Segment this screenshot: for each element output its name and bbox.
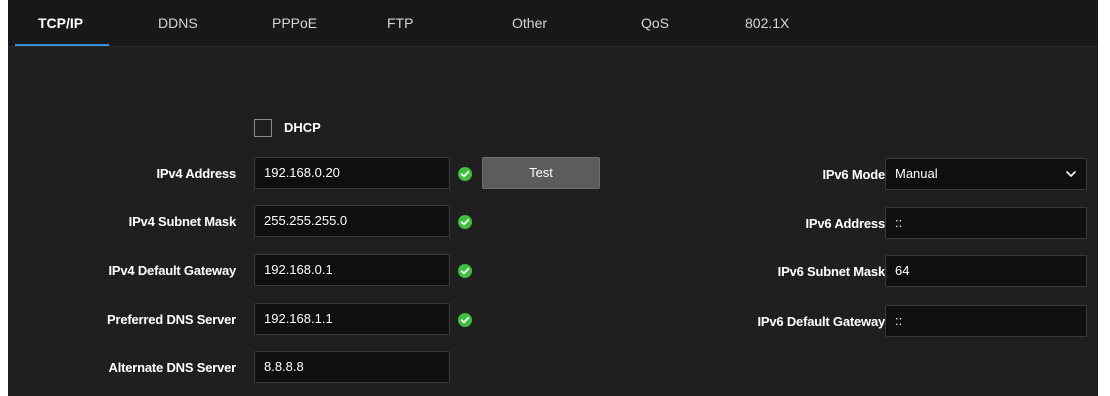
tab-ftp[interactable]: FTP <box>387 0 413 47</box>
alternate-dns-label: Alternate DNS Server <box>108 360 237 375</box>
tab-ddns[interactable]: DDNS <box>158 0 198 47</box>
ipv6-mode-select[interactable]: Manual <box>885 158 1087 190</box>
check-circle-icon <box>458 313 472 327</box>
preferred-dns-input[interactable]: 192.168.1.1 <box>254 303 450 335</box>
ipv4-default-gateway-input[interactable]: 192.168.0.1 <box>254 254 450 286</box>
active-tab-indicator <box>15 44 109 46</box>
network-settings-panel: TCP/IP DDNS PPPoE FTP Other QoS 802.1X D… <box>8 0 1098 396</box>
ipv6-default-gateway-label: IPv6 Default Gateway <box>757 314 886 329</box>
tab-bar: TCP/IP DDNS PPPoE FTP Other QoS 802.1X <box>8 0 1098 47</box>
ipv4-address-input[interactable]: 192.168.0.20 <box>254 157 450 189</box>
ipv4-subnet-mask-input[interactable]: 255.255.255.0 <box>254 205 450 237</box>
dhcp-label: DHCP <box>284 120 321 135</box>
tab-tcpip[interactable]: TCP/IP <box>38 0 83 47</box>
preferred-dns-label: Preferred DNS Server <box>107 312 236 327</box>
check-circle-icon <box>458 167 472 181</box>
tab-pppoe[interactable]: PPPoE <box>272 0 317 47</box>
test-button[interactable]: Test <box>482 157 600 189</box>
ipv4-default-gateway-label: IPv4 Default Gateway <box>108 263 237 278</box>
ipv6-subnet-mask-input[interactable]: 64 <box>885 255 1087 287</box>
ipv6-default-gateway-input[interactable]: :: <box>885 305 1087 337</box>
check-circle-icon <box>458 215 472 229</box>
ipv6-mode-label: IPv6 Mode <box>822 167 886 182</box>
ipv6-address-label: IPv6 Address <box>805 216 886 231</box>
chevron-down-icon <box>1066 171 1076 177</box>
ipv6-subnet-mask-label: IPv6 Subnet Mask <box>777 264 886 279</box>
tab-other[interactable]: Other <box>512 0 547 47</box>
dhcp-checkbox[interactable] <box>254 119 272 137</box>
ipv4-subnet-mask-label: IPv4 Subnet Mask <box>128 214 237 229</box>
check-circle-icon <box>458 264 472 278</box>
ipv6-mode-value: Manual <box>895 166 938 181</box>
ipv6-address-input[interactable]: :: <box>885 207 1087 239</box>
alternate-dns-input[interactable]: 8.8.8.8 <box>254 351 450 383</box>
ipv4-address-label: IPv4 Address <box>156 166 237 181</box>
tab-8021x[interactable]: 802.1X <box>745 0 789 47</box>
tab-qos[interactable]: QoS <box>641 0 669 47</box>
